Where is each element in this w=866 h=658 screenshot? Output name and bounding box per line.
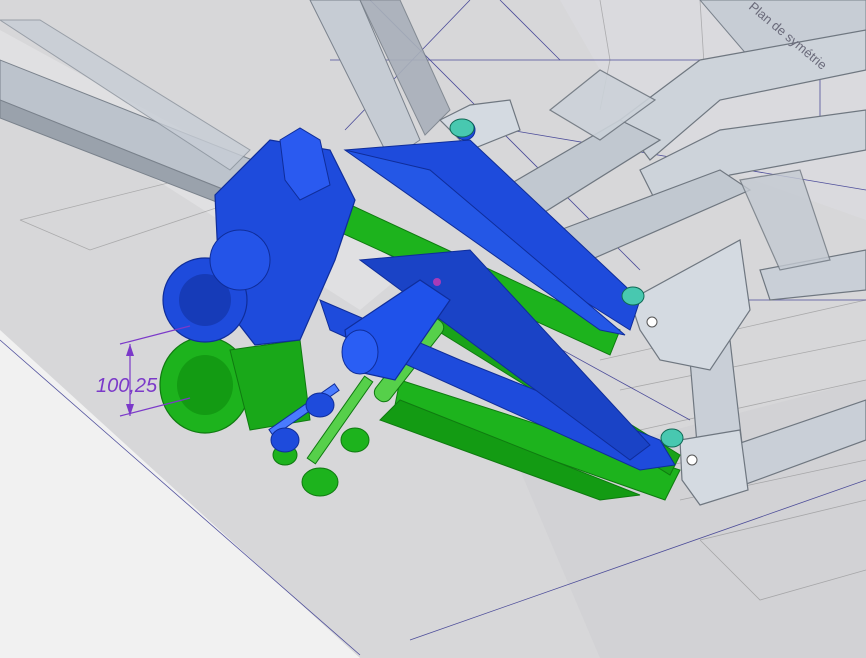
3d-scene[interactable]: 100,25 Plan de symétrie — [0, 0, 866, 658]
cad-viewport[interactable]: 100,25 Plan de symétrie — [0, 0, 866, 658]
dimension-value[interactable]: 100,25 — [96, 375, 158, 397]
